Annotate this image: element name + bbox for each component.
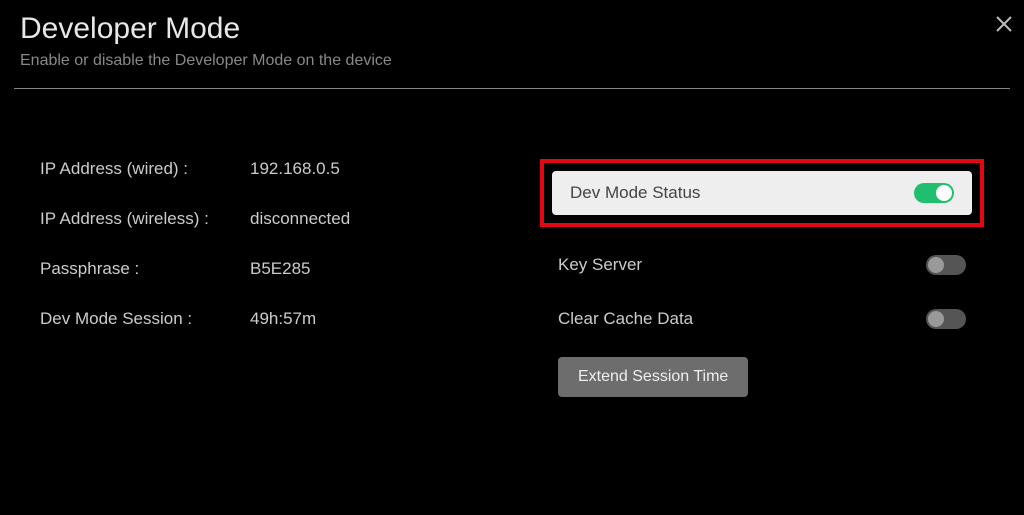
controls-panel: Dev Mode Status Key Server Clear Cache D… xyxy=(540,159,984,397)
clear-cache-label: Clear Cache Data xyxy=(558,309,693,329)
highlight-annotation: Dev Mode Status xyxy=(540,159,984,227)
ip-wireless-label: IP Address (wireless) : xyxy=(40,209,250,229)
ip-wireless-value: disconnected xyxy=(250,209,350,229)
clear-cache-toggle[interactable] xyxy=(926,309,966,329)
close-icon xyxy=(992,23,1016,40)
close-button[interactable] xyxy=(992,12,1016,36)
ip-wired-value: 192.168.0.5 xyxy=(250,159,340,179)
key-server-label: Key Server xyxy=(558,255,642,275)
ip-wired-label: IP Address (wired) : xyxy=(40,159,250,179)
clear-cache-row[interactable]: Clear Cache Data xyxy=(540,297,984,341)
dev-mode-status-row[interactable]: Dev Mode Status xyxy=(552,171,972,215)
ip-wired-row: IP Address (wired) : 192.168.0.5 xyxy=(40,159,480,179)
dev-mode-status-label: Dev Mode Status xyxy=(570,183,700,203)
dev-mode-status-toggle[interactable] xyxy=(914,183,954,203)
page-title: Developer Mode xyxy=(20,12,1004,46)
page-subtitle: Enable or disable the Developer Mode on … xyxy=(20,52,1004,70)
key-server-row[interactable]: Key Server xyxy=(540,243,984,287)
session-row: Dev Mode Session : 49h:57m xyxy=(40,309,480,329)
info-panel: IP Address (wired) : 192.168.0.5 IP Addr… xyxy=(40,159,480,397)
session-value: 49h:57m xyxy=(250,309,316,329)
passphrase-label: Passphrase : xyxy=(40,259,250,279)
session-label: Dev Mode Session : xyxy=(40,309,250,329)
passphrase-value: B5E285 xyxy=(250,259,311,279)
key-server-toggle[interactable] xyxy=(926,255,966,275)
ip-wireless-row: IP Address (wireless) : disconnected xyxy=(40,209,480,229)
extend-session-button[interactable]: Extend Session Time xyxy=(558,357,748,397)
passphrase-row: Passphrase : B5E285 xyxy=(40,259,480,279)
